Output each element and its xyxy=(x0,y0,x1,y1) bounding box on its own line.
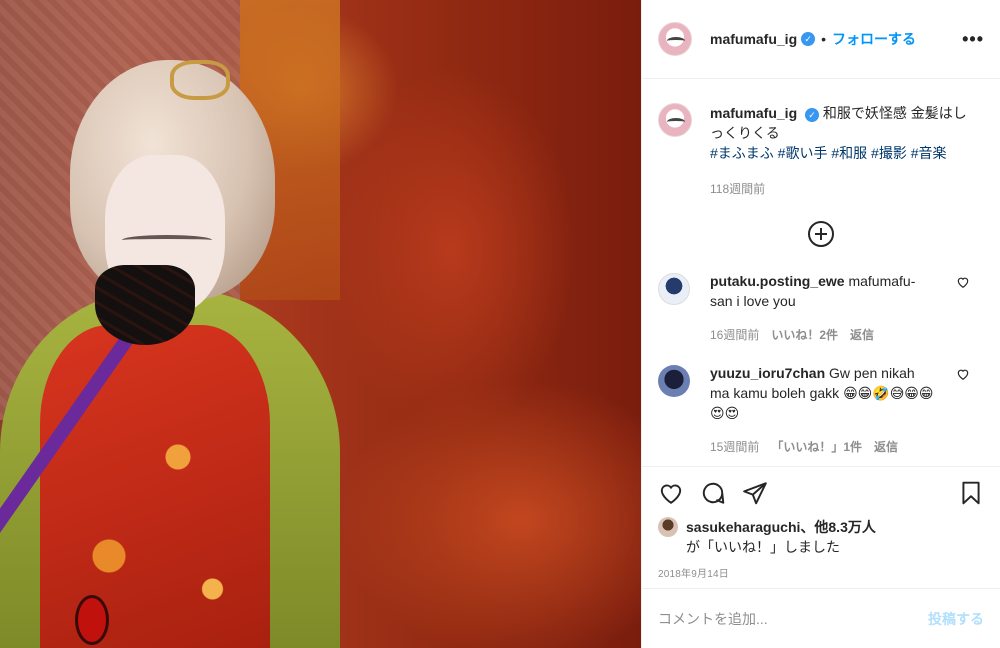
post-photo[interactable] xyxy=(0,0,641,648)
caption-avatar[interactable] xyxy=(658,103,692,137)
liker-avatar[interactable] xyxy=(658,517,678,537)
add-comment-bar: 投稿する xyxy=(642,588,1000,648)
comment-item: putaku.posting_ewe mafumafu-san i love y… xyxy=(658,271,984,345)
follow-button[interactable]: フォローする xyxy=(832,29,916,49)
post-side-panel: mafumafu_ig ✓ • フォローする ••• mafumafu_ig ✓… xyxy=(641,0,1000,648)
subject-eyes xyxy=(122,235,212,245)
caption-body: mafumafu_ig ✓ 和服で妖怪感 金髪はしっくりくる #まふまふ #歌い… xyxy=(710,103,970,199)
commenter-username[interactable]: yuuzu_ioru7chan xyxy=(710,365,825,381)
comment-meta: 16週間前 いいね！2件 返信 xyxy=(710,325,935,345)
liker-username[interactable]: sasukeharaguchi xyxy=(686,519,800,535)
commenter-username[interactable]: putaku.posting_ewe xyxy=(710,273,845,289)
hair-ornament xyxy=(170,60,230,100)
caption-hashtags[interactable]: #まふまふ #歌い手 #和服 #撮影 #音楽 xyxy=(710,143,970,163)
reply-button[interactable]: 返信 xyxy=(850,325,874,345)
caption-time[interactable]: 118週間前 xyxy=(710,179,970,199)
likes-count[interactable]: 、他8.3万人 xyxy=(800,519,875,535)
post-caption: mafumafu_ig ✓ 和服で妖怪感 金髪はしっくりくる #まふまふ #歌い… xyxy=(658,79,984,199)
reply-button[interactable]: 返信 xyxy=(874,437,898,457)
comment-time[interactable]: 16週間前 xyxy=(710,325,759,345)
comment-likes[interactable]: 「いいね！」1件 xyxy=(771,437,862,457)
comment-meta: 15週間前 「いいね！」1件 返信 xyxy=(710,437,935,457)
likes-suffix: が「いいね！」しました xyxy=(686,539,840,555)
comment-body: yuuzu_ioru7chan Gw pen nikah ma kamu bol… xyxy=(710,363,935,457)
verified-icon: ✓ xyxy=(805,108,820,122)
post-header: mafumafu_ig ✓ • フォローする ••• xyxy=(642,0,1000,79)
comments-list[interactable]: mafumafu_ig ✓ 和服で妖怪感 金髪はしっくりくる #まふまふ #歌い… xyxy=(642,79,1000,466)
author-avatar[interactable] xyxy=(658,22,692,56)
bookmark-icon[interactable] xyxy=(958,480,984,506)
heart-icon[interactable] xyxy=(956,275,970,289)
comment-likes[interactable]: いいね！2件 xyxy=(771,325,838,345)
likes-text: sasukeharaguchi、他8.3万人 が「いいね！」しました xyxy=(686,517,876,557)
subject-mask xyxy=(95,265,195,345)
verified-icon: ✓ xyxy=(801,32,816,46)
post-actions: sasukeharaguchi、他8.3万人 が「いいね！」しました 2018年… xyxy=(642,466,1000,588)
commenter-avatar[interactable] xyxy=(658,365,690,397)
comment-time[interactable]: 15週間前 xyxy=(710,437,759,457)
post-comment-button[interactable]: 投稿する xyxy=(928,609,984,629)
more-options-icon[interactable]: ••• xyxy=(962,29,984,50)
commenter-avatar[interactable] xyxy=(658,273,690,305)
post-modal: mafumafu_ig ✓ • フォローする ••• mafumafu_ig ✓… xyxy=(0,0,1000,648)
kimono-body xyxy=(40,325,270,648)
plus-circle-icon[interactable] xyxy=(808,221,834,247)
caption-username[interactable]: mafumafu_ig xyxy=(710,105,797,121)
action-icons xyxy=(658,479,984,507)
post-date[interactable]: 2018年9月14日 xyxy=(658,565,984,580)
heart-icon[interactable] xyxy=(956,367,970,381)
likes-summary: sasukeharaguchi、他8.3万人 が「いいね！」しました xyxy=(658,517,984,557)
comment-body: putaku.posting_ewe mafumafu-san i love y… xyxy=(710,271,935,345)
author-username[interactable]: mafumafu_ig xyxy=(710,31,797,47)
photo-subject xyxy=(0,60,340,648)
header-separator: • xyxy=(821,31,827,47)
load-more-comments xyxy=(658,221,984,247)
pendant xyxy=(75,595,109,645)
comment-input[interactable] xyxy=(658,610,928,627)
share-send-icon[interactable] xyxy=(742,480,768,506)
comment-bubble-icon[interactable] xyxy=(700,480,726,506)
like-heart-icon[interactable] xyxy=(658,480,684,506)
comment-item: yuuzu_ioru7chan Gw pen nikah ma kamu bol… xyxy=(658,363,984,457)
